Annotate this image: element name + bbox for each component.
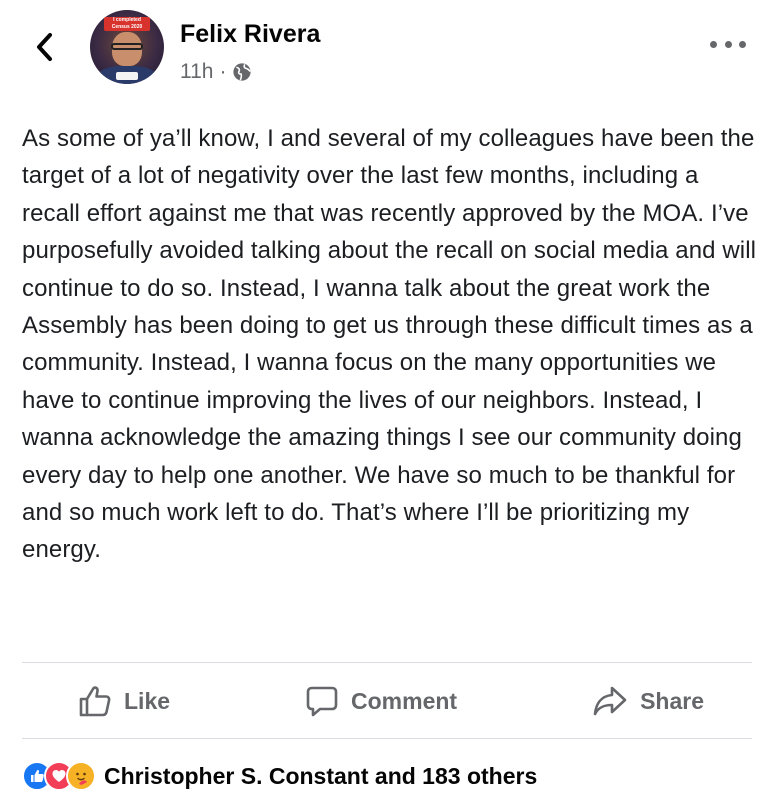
reactions-summary[interactable]: Christopher S. Constant and 183 others xyxy=(22,760,537,792)
post-text: As some of ya’ll know, I and several of … xyxy=(22,125,757,564)
avatar-badge xyxy=(116,72,138,80)
meta-separator: · xyxy=(219,60,227,83)
care-reaction-icon xyxy=(66,761,96,791)
comment-button[interactable]: Comment xyxy=(305,684,457,718)
reaction-summary-text: Christopher S. Constant and 183 others xyxy=(104,762,538,789)
avatar[interactable]: I completed Census 2020 xyxy=(90,10,164,84)
more-dot xyxy=(724,40,732,48)
like-button[interactable]: Like xyxy=(78,684,170,718)
avatar-frame-banner: I completed Census 2020 xyxy=(104,17,150,31)
post-meta: 11h · xyxy=(180,60,252,84)
share-label: Share xyxy=(640,687,704,714)
more-dot xyxy=(739,40,746,48)
back-button[interactable] xyxy=(30,30,58,64)
divider xyxy=(22,662,752,663)
divider xyxy=(22,738,752,739)
comment-bubble-icon xyxy=(306,686,338,717)
post-timestamp[interactable]: 11h xyxy=(180,60,213,84)
author-name[interactable]: Felix Rivera xyxy=(180,20,320,49)
post-actions-bar: Like Comment Share xyxy=(22,668,752,734)
share-arrow-icon xyxy=(593,686,627,716)
avatar-glasses xyxy=(111,43,143,50)
more-dot xyxy=(710,40,717,48)
share-button[interactable]: Share xyxy=(592,684,704,718)
like-label: Like xyxy=(124,687,171,714)
chevron-left-icon xyxy=(37,33,52,61)
comment-label: Comment xyxy=(351,687,458,714)
more-options-button[interactable] xyxy=(710,34,746,54)
globe-icon xyxy=(233,63,252,81)
thumbs-up-icon xyxy=(79,686,111,717)
